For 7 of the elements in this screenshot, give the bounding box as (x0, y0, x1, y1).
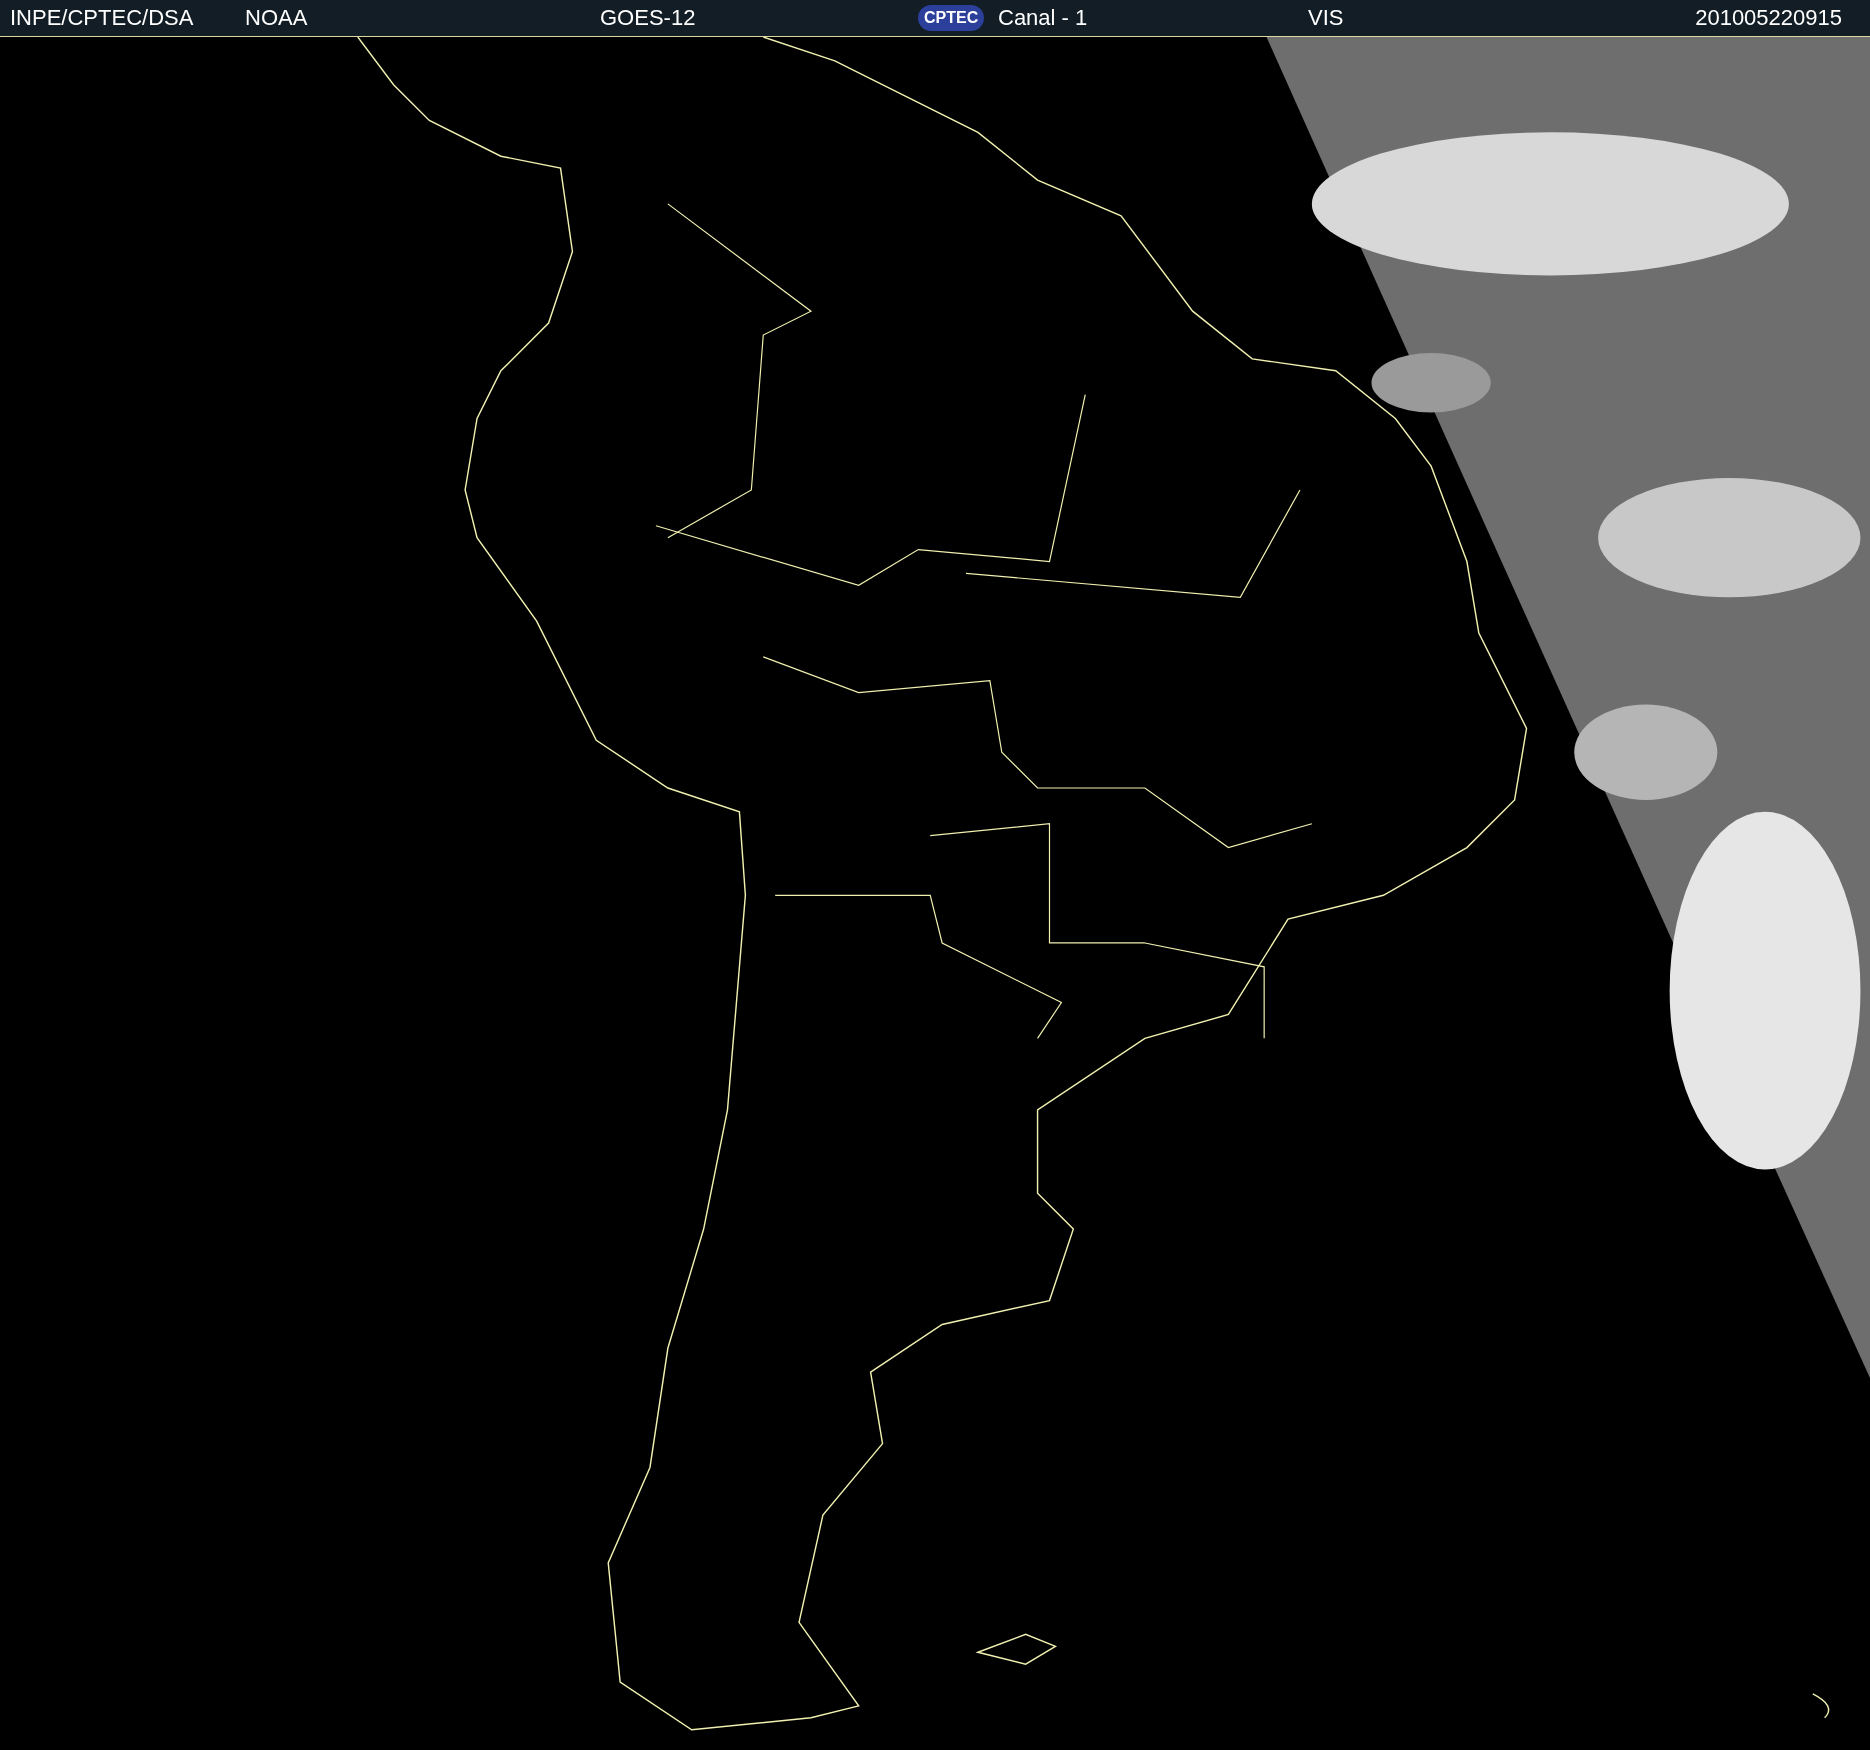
satellite-label: GOES-12 (600, 5, 696, 31)
channel-label: Canal - 1 (998, 5, 1088, 31)
timestamp-label: 201005220915 (1695, 5, 1843, 31)
band-label: VIS (1308, 5, 1344, 31)
logo: CPTEC (918, 5, 985, 31)
agency-label: INPE/CPTEC/DSA (9, 5, 194, 31)
source-label: NOAA (245, 5, 308, 31)
